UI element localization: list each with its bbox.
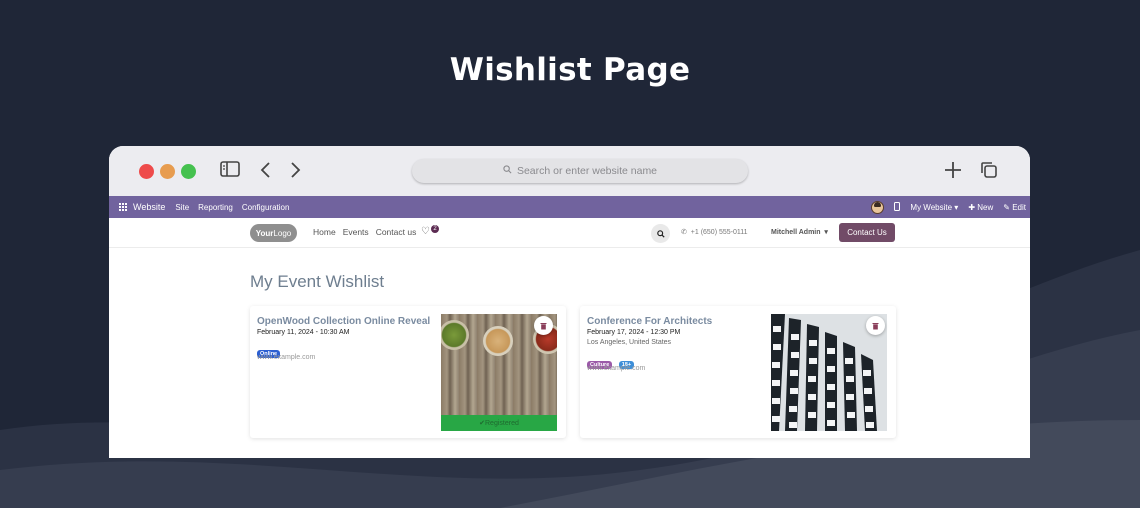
forward-icon[interactable] bbox=[289, 160, 301, 185]
address-bar[interactable]: Search or enter website name bbox=[412, 159, 748, 183]
remove-from-wishlist-button[interactable] bbox=[866, 316, 885, 335]
phone-number[interactable]: ✆ +1 (650) 555-0111 bbox=[681, 228, 748, 236]
nav-link-home[interactable]: Home bbox=[313, 227, 336, 237]
event-date: February 11, 2024 - 10:30 AM bbox=[257, 329, 350, 336]
apps-grid-icon[interactable] bbox=[118, 203, 127, 212]
site-navbar: Your Logo Home Events Contact us ♡ 2 ✆ +1… bbox=[109, 218, 1030, 248]
plus-icon[interactable] bbox=[943, 160, 963, 185]
event-title[interactable]: Conference For Architects bbox=[587, 316, 712, 327]
user-avatar[interactable] bbox=[871, 200, 885, 214]
wishlist-link[interactable]: ♡ 2 bbox=[421, 225, 439, 237]
search-icon bbox=[503, 165, 512, 177]
back-icon[interactable] bbox=[260, 160, 272, 185]
wishlist-event-card[interactable]: Conference For Architects February 17, 2… bbox=[580, 306, 896, 438]
topbar-menu-configuration[interactable]: Configuration bbox=[242, 203, 290, 212]
my-website-label: My Website bbox=[910, 202, 953, 212]
contact-us-button[interactable]: Contact Us bbox=[839, 223, 895, 242]
tabs-icon[interactable] bbox=[979, 160, 999, 185]
minimize-window-button[interactable] bbox=[160, 164, 175, 179]
event-title[interactable]: OpenWood Collection Online Reveal bbox=[257, 316, 430, 327]
browser-chrome: Search or enter website name bbox=[109, 146, 1030, 196]
heart-icon: ♡ bbox=[421, 226, 430, 237]
registered-status: ✔ Registered bbox=[441, 415, 557, 431]
new-button[interactable]: ✚ New bbox=[968, 203, 993, 212]
address-bar-placeholder: Search or enter website name bbox=[516, 165, 658, 177]
topbar-brand[interactable]: Website bbox=[133, 202, 165, 212]
site-logo[interactable]: Your Logo bbox=[250, 224, 297, 242]
phone-icon: ✆ bbox=[681, 229, 687, 236]
event-website[interactable]: www.example.com bbox=[257, 354, 315, 361]
page-title: My Event Wishlist bbox=[250, 272, 385, 291]
trash-icon bbox=[540, 322, 547, 329]
event-website[interactable]: www.example.com bbox=[587, 365, 645, 372]
trash-icon bbox=[872, 322, 879, 329]
search-button[interactable] bbox=[651, 224, 670, 243]
page-hero-title: Wishlist Page bbox=[449, 52, 691, 88]
my-website-dropdown[interactable]: My Website ▾ bbox=[910, 203, 958, 212]
main-content: My Event Wishlist OpenWood Collection On… bbox=[109, 248, 1030, 458]
browser-window: Search or enter website name Website Sit… bbox=[109, 146, 1030, 458]
mobile-preview-icon[interactable] bbox=[894, 201, 901, 213]
topbar-menu-reporting[interactable]: Reporting bbox=[198, 203, 233, 212]
logo-text: Logo bbox=[273, 228, 292, 238]
event-date: February 17, 2024 - 12:30 PM bbox=[587, 329, 681, 336]
registered-label: Registered bbox=[485, 419, 519, 427]
user-menu[interactable]: Mitchell Admin ▾ bbox=[771, 228, 828, 236]
website-admin-topbar: Website Site Reporting Configuration My … bbox=[109, 196, 1030, 218]
remove-from-wishlist-button[interactable] bbox=[534, 316, 553, 335]
logo-bold-text: Your bbox=[255, 228, 274, 238]
edit-button[interactable]: ✎ Edit bbox=[1003, 203, 1026, 212]
new-label: New bbox=[977, 202, 994, 212]
wishlist-event-card[interactable]: OpenWood Collection Online Reveal Februa… bbox=[250, 306, 566, 438]
nav-link-events[interactable]: Events bbox=[343, 227, 369, 237]
nav-link-contact[interactable]: Contact us bbox=[376, 227, 417, 237]
topbar-menu-site[interactable]: Site bbox=[175, 203, 189, 212]
user-name: Mitchell Admin bbox=[771, 229, 821, 236]
sidebar-icon[interactable] bbox=[220, 160, 240, 183]
edit-label: Edit bbox=[1012, 202, 1026, 212]
search-icon bbox=[656, 229, 665, 238]
phone-text: +1 (650) 555-0111 bbox=[690, 229, 748, 236]
event-location: Los Angeles, United States bbox=[587, 339, 672, 346]
wishlist-count-badge: 2 bbox=[431, 225, 439, 233]
maximize-window-button[interactable] bbox=[181, 164, 196, 179]
close-window-button[interactable] bbox=[139, 164, 154, 179]
